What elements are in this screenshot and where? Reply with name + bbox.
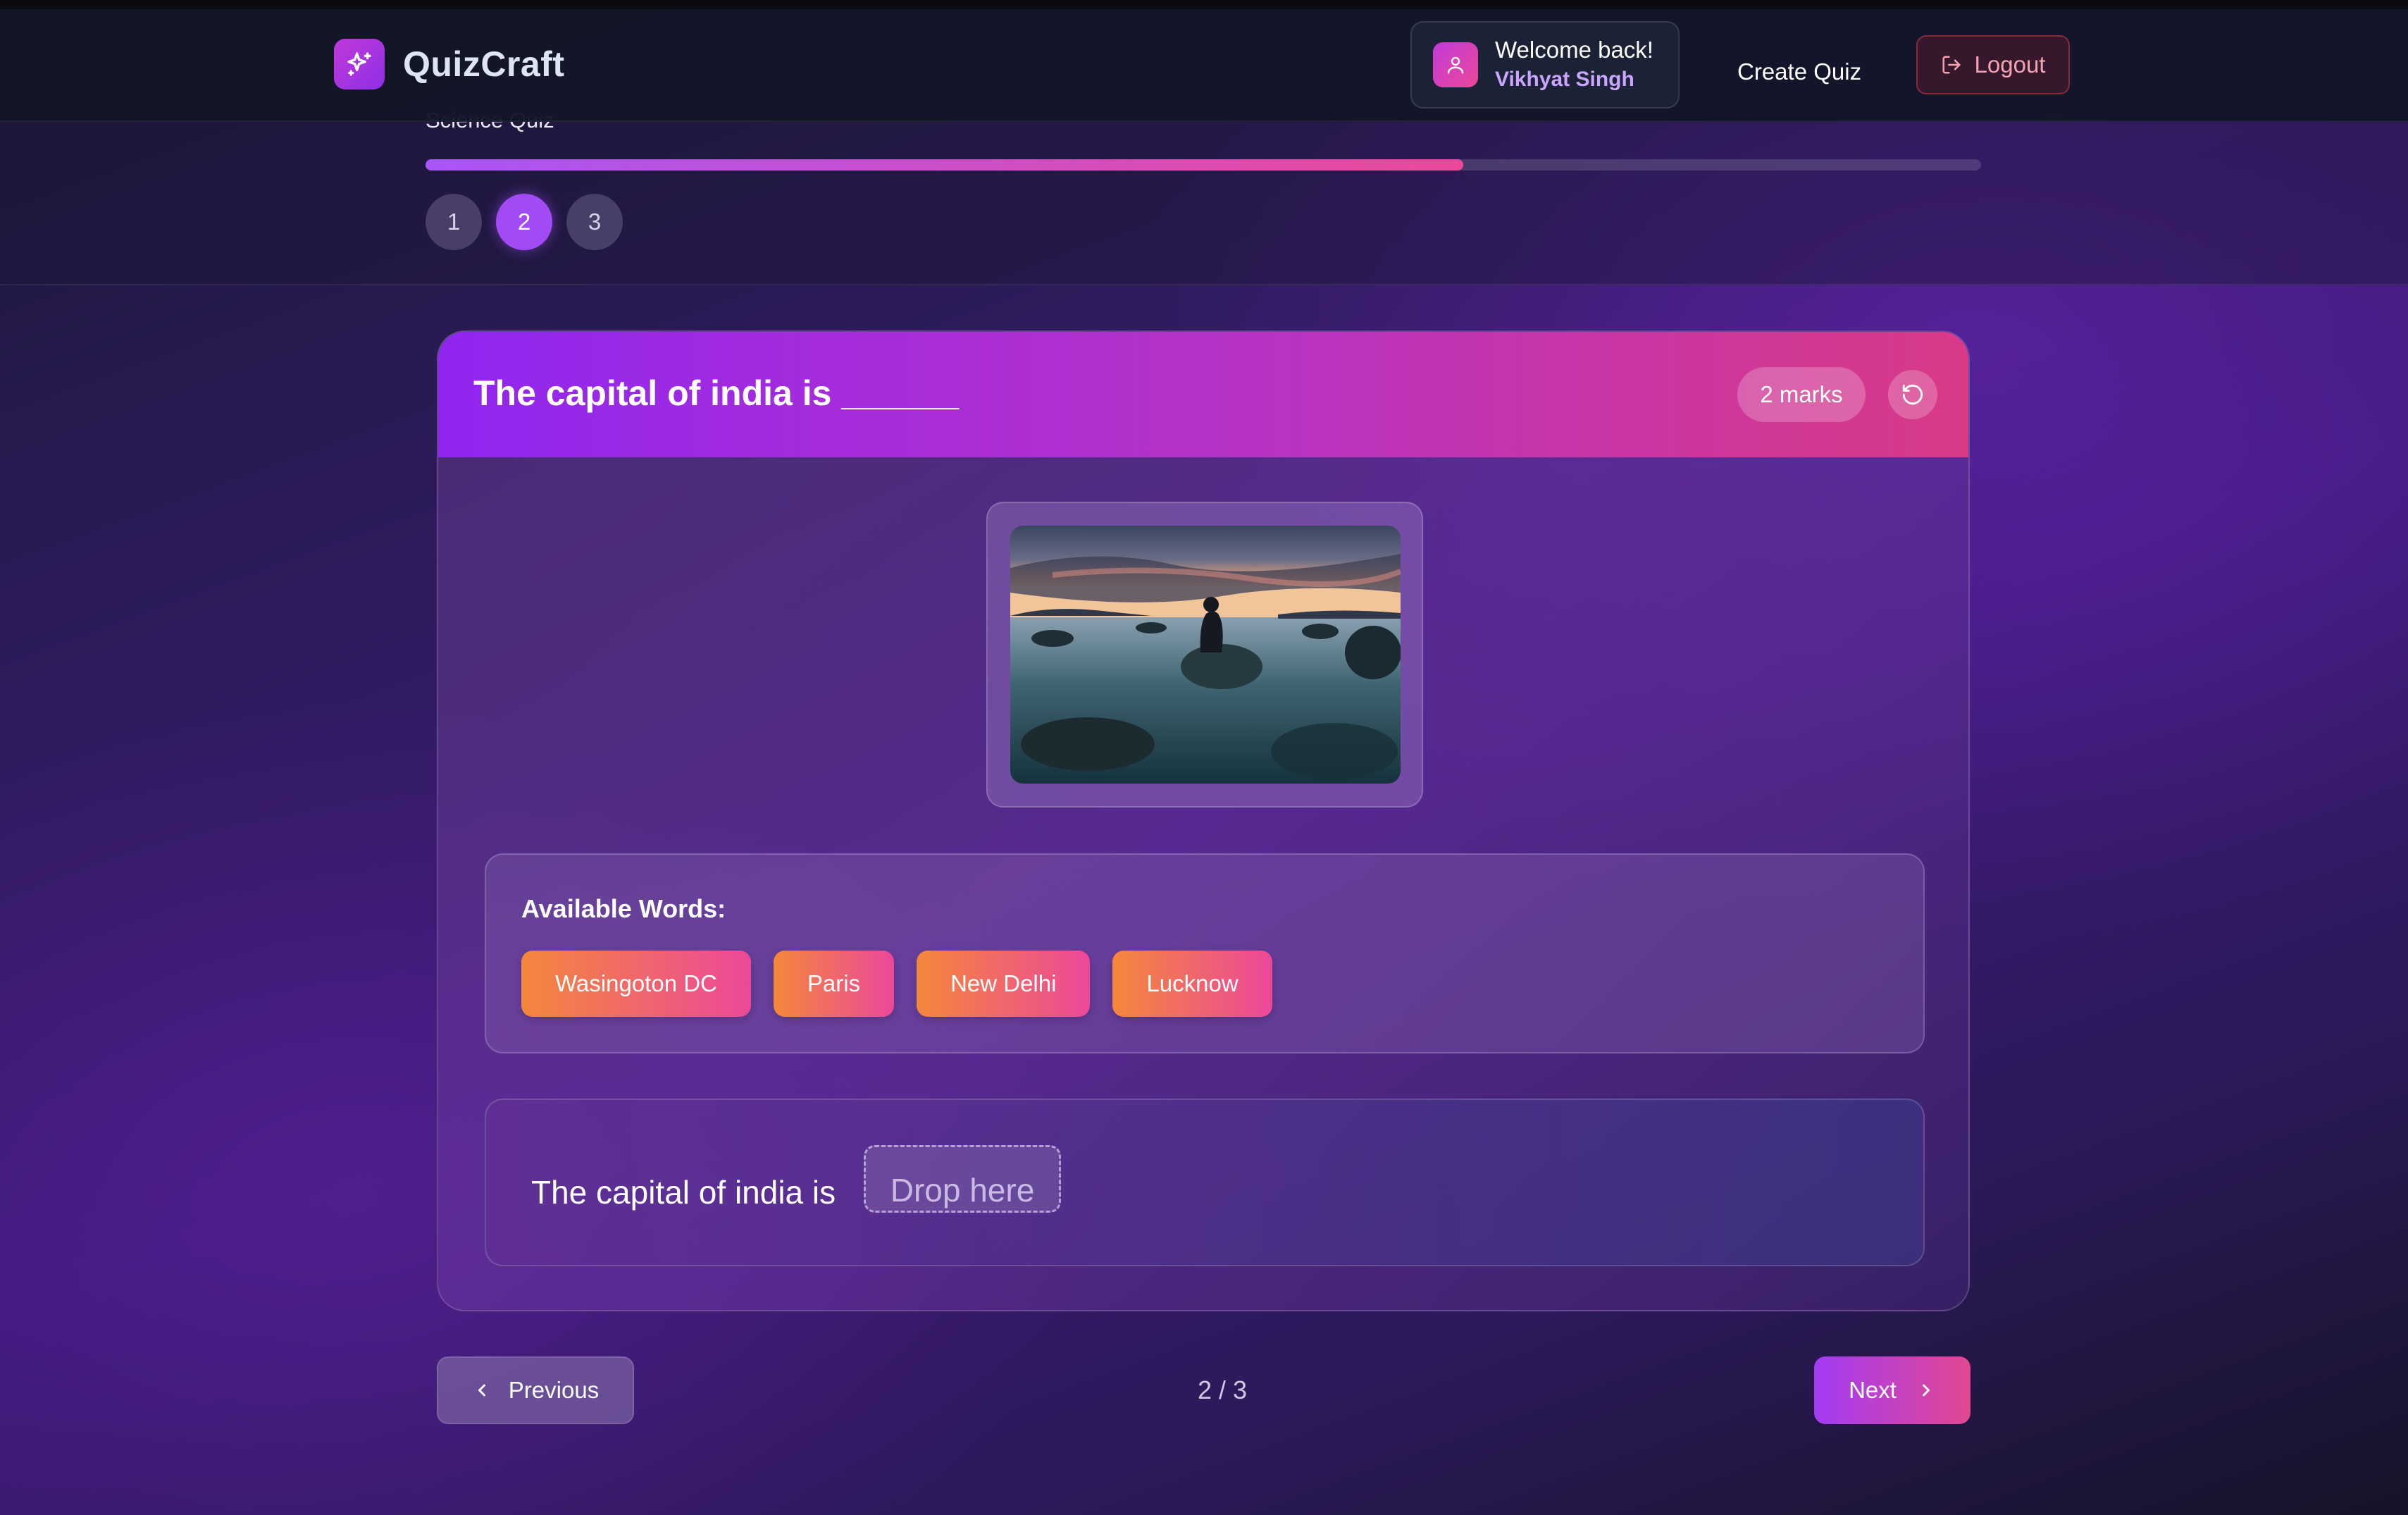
word-chip-paris[interactable]: Paris xyxy=(773,951,895,1017)
word-chip-new-delhi[interactable]: New Delhi xyxy=(917,951,1091,1017)
word-chip-washington-dc[interactable]: Wasingoton DC xyxy=(521,951,751,1017)
app-name: QuizCraft xyxy=(403,44,565,84)
next-label: Next xyxy=(1849,1377,1897,1403)
chevron-right-icon xyxy=(1922,1384,1930,1397)
marks-badge: 2 marks xyxy=(1737,367,1866,422)
question-title: The capital of india is ______ xyxy=(473,373,960,413)
question-image-frame xyxy=(986,502,1423,808)
available-words-label: Available Words: xyxy=(521,894,726,923)
rotate-ccw-icon xyxy=(1902,384,1923,405)
progress-track xyxy=(426,159,1981,171)
step-button-3[interactable]: 3 xyxy=(566,194,623,250)
quiz-progress-bar-section xyxy=(0,122,2408,285)
available-words-box: Available Words: Wasingoton DC Paris New… xyxy=(485,853,1925,1053)
previous-label: Previous xyxy=(508,1377,600,1403)
question-header: The capital of india is ______ 2 marks xyxy=(438,332,1968,457)
word-chips: Wasingoton DC Paris New Delhi Lucknow xyxy=(521,951,1272,1017)
question-image xyxy=(1010,526,1401,784)
app-logo[interactable]: QuizCraft xyxy=(334,39,565,89)
question-counter: 2 / 3 xyxy=(1198,1375,1248,1404)
sparkles-icon xyxy=(334,39,385,89)
step-button-1[interactable]: 1 xyxy=(426,194,482,250)
user-welcome-card: Welcome back! Vikhyat Singh xyxy=(1410,21,1680,109)
step-button-2[interactable]: 2 xyxy=(496,194,552,250)
word-chip-lucknow[interactable]: Lucknow xyxy=(1112,951,1272,1017)
answer-sentence-box: The capital of india is Drop here xyxy=(485,1099,1925,1266)
sentence-prefix: The capital of india is xyxy=(531,1174,836,1211)
question-steps: 123 xyxy=(426,194,623,250)
previous-button[interactable]: Previous xyxy=(437,1356,634,1424)
logout-icon xyxy=(1942,56,1961,74)
logout-button[interactable]: Logout xyxy=(1916,35,2070,94)
next-button[interactable]: Next xyxy=(1814,1356,1971,1424)
drop-zone[interactable]: Drop here xyxy=(864,1145,1061,1213)
user-name: Vikhyat Singh xyxy=(1495,68,1634,91)
top-navbar: QuizCraft Welcome back! Vikhyat Singh Cr… xyxy=(0,9,2408,122)
reset-button[interactable] xyxy=(1888,370,1937,419)
progress-fill xyxy=(426,159,1463,171)
create-quiz-link[interactable]: Create Quiz xyxy=(1737,58,1861,85)
logout-label: Logout xyxy=(1974,51,2046,78)
user-icon xyxy=(1433,42,1478,87)
chevron-left-icon xyxy=(478,1384,485,1397)
window-top-strip xyxy=(0,0,2408,9)
welcome-text: Welcome back! xyxy=(1495,37,1653,63)
question-card: The capital of india is ______ 2 marks A… xyxy=(437,330,1970,1311)
